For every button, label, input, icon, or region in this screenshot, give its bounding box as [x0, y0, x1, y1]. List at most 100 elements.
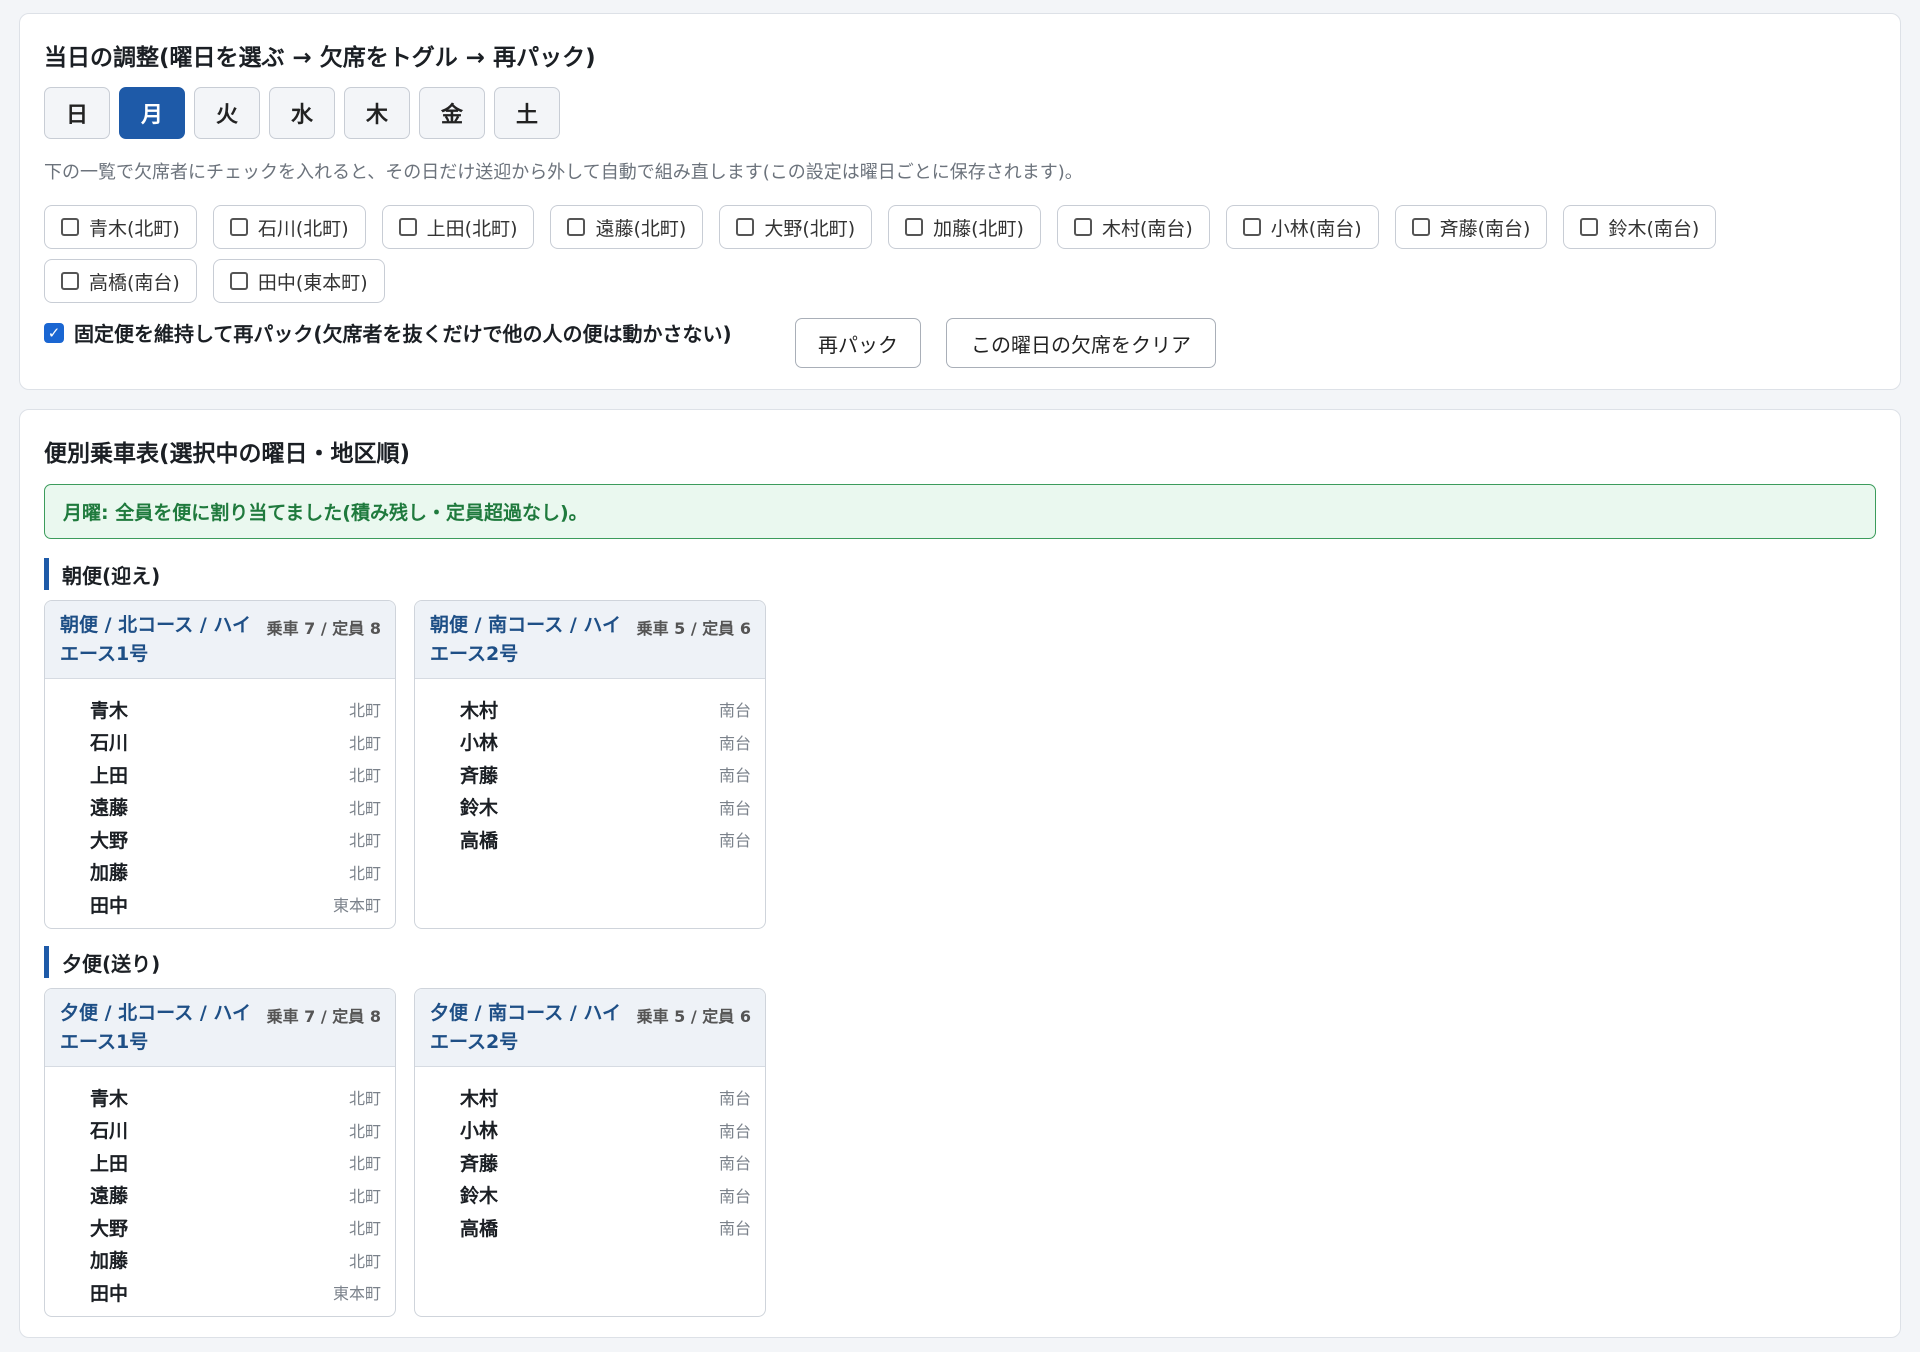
rider-name: 小林 [460, 732, 499, 755]
absentee-checkbox[interactable] [61, 218, 79, 236]
absentee-toggle[interactable]: 石川(北町) [212, 205, 366, 249]
absentee-checkbox[interactable] [398, 218, 417, 236]
ride-table-panel: 便別乗車表(選択中の曜日・地区順) 月曜: 全員を便に割り当てました(積み残し・… [19, 409, 1901, 1338]
absentee-toggle[interactable]: 加藤(北町) [888, 205, 1041, 249]
rider-area: 北町 [348, 733, 381, 753]
rider-row: 青木 北町 [90, 693, 381, 726]
absentee-checkbox[interactable] [1242, 218, 1261, 236]
absentee-toggle[interactable]: 小林(南台) [1225, 205, 1379, 249]
absentee-checkbox[interactable] [229, 218, 248, 236]
absentee-label: 遠藤(北町) [595, 217, 687, 240]
rider-name: 斉藤 [460, 764, 499, 787]
rider-name: 遠藤 [90, 1185, 129, 1208]
rider-area: 東本町 [332, 896, 381, 916]
rider-row: 鈴木 南台 [460, 791, 751, 824]
rider-area: 北町 [348, 863, 381, 883]
absentee-toggle[interactable]: 青木(北町) [44, 205, 197, 249]
absentee-toggle[interactable]: 大野(北町) [719, 205, 873, 249]
absentee-toggle[interactable]: 木村(南台) [1056, 205, 1210, 249]
repack-button[interactable]: 再パック [795, 318, 921, 368]
day-button-fri[interactable]: 金 [419, 87, 485, 139]
rider-area: 南台 [718, 1089, 751, 1109]
status-message: 月曜: 全員を便に割り当てました(積み残し・定員超過なし)。 [44, 484, 1876, 539]
absentee-checkbox[interactable] [1411, 218, 1430, 236]
run-count: 乗車 5 / 定員 6 [636, 1007, 751, 1026]
rider-area: 北町 [348, 701, 381, 721]
rider-name: 加藤 [90, 862, 129, 885]
rider-area: 北町 [348, 1219, 381, 1239]
rider-area: 北町 [348, 1154, 381, 1174]
absentee-checkbox[interactable] [61, 272, 79, 290]
absentee-checkbox[interactable] [736, 218, 755, 236]
day-button-wed[interactable]: 水 [269, 87, 335, 139]
absentee-toggle[interactable]: 斉藤(南台) [1394, 205, 1548, 249]
rider-row: 高橋 南台 [460, 1211, 751, 1244]
rider-name: 大野 [90, 829, 129, 852]
rider-name: 田中 [90, 894, 129, 917]
rider-area: 北町 [348, 766, 381, 786]
absentee-checkbox[interactable] [229, 272, 248, 290]
absentee-label: 田中(東本町) [257, 271, 368, 294]
run-title: 夕便 / 南コース / ハイエース2号 [430, 1002, 622, 1053]
run-count: 乗車 5 / 定員 6 [636, 619, 751, 638]
run-count: 乗車 7 / 定員 8 [266, 1007, 381, 1026]
rider-area: 南台 [718, 733, 751, 753]
absentee-toggle[interactable]: 上田(北町) [381, 205, 535, 249]
rider-row: 斉藤 南台 [460, 1146, 751, 1179]
keep-fixed-option[interactable]: ✓ 固定便を維持して再パック(欠席者を抜くだけで他の人の便は動かさない) [44, 318, 732, 347]
day-button-thu[interactable]: 木 [344, 87, 410, 139]
day-button-mon[interactable]: 月 [119, 87, 185, 139]
rider-area: 北町 [348, 798, 381, 818]
rider-list: 青木 北町 石川 北町 上田 北町 遠藤 北町 大野 北町 加藤 北町 田中 東本町 [90, 1081, 381, 1309]
run-title: 朝便 / 北コース / ハイエース1号 [60, 614, 252, 665]
absentee-toggle[interactable]: 高橋(南台) [44, 259, 197, 303]
rider-name: 青木 [90, 699, 129, 722]
rider-row: 遠藤 北町 [90, 1179, 381, 1212]
rider-name: 鈴木 [460, 1185, 499, 1208]
adjust-panel: 当日の調整(曜日を選ぶ → 欠席をトグル → 再パック) 日 月 火 水 木 金… [19, 13, 1901, 390]
rider-name: 石川 [90, 1120, 129, 1143]
rider-row: 斉藤 南台 [460, 758, 751, 791]
help-text: 下の一覧で欠席者にチェックを入れると、その日だけ送迎から外して自動で組み直します… [44, 162, 1083, 183]
absentee-checkbox[interactable] [905, 218, 924, 236]
ride-table-title: 便別乗車表(選択中の曜日・地区順) [44, 441, 411, 467]
rider-list: 木村 南台 小林 南台 斉藤 南台 鈴木 南台 高橋 南台 [460, 693, 751, 856]
rider-row: 田中 東本町 [90, 1276, 381, 1309]
rider-row: 田中 東本町 [90, 888, 381, 921]
absentee-label: 斉藤(南台) [1439, 217, 1531, 240]
rider-area: 北町 [348, 1251, 381, 1271]
rider-list: 木村 南台 小林 南台 斉藤 南台 鈴木 南台 高橋 南台 [460, 1081, 751, 1244]
absentee-toggle[interactable]: 田中(東本町) [212, 259, 385, 303]
absentee-toggle[interactable]: 遠藤(北町) [550, 205, 704, 249]
absentee-label: 高橋(南台) [89, 271, 180, 294]
absentee-label: 小林(南台) [1270, 217, 1362, 240]
absentee-checkbox[interactable] [567, 218, 586, 236]
rider-name: 斉藤 [460, 1152, 499, 1175]
rider-area: 北町 [348, 831, 381, 851]
rider-name: 加藤 [90, 1250, 129, 1273]
absentee-toggle[interactable]: 鈴木(南台) [1563, 205, 1717, 249]
absentee-checkbox[interactable] [1580, 218, 1599, 236]
rider-area: 南台 [718, 1154, 751, 1174]
rider-area: 北町 [348, 1186, 381, 1206]
rider-row: 石川 北町 [90, 726, 381, 759]
rider-area: 南台 [718, 1219, 751, 1239]
rider-area: 東本町 [332, 1284, 381, 1304]
absentee-label: 加藤(北町) [933, 217, 1024, 240]
morning-section-heading: 朝便(迎え) [44, 558, 160, 590]
rider-area: 北町 [348, 1121, 381, 1141]
evening-section-heading: 夕便(送り) [44, 946, 160, 978]
day-button-sun[interactable]: 日 [44, 87, 110, 139]
rider-name: 上田 [90, 1152, 129, 1175]
card-header: 朝便 / 南コース / ハイエース2号 乗車 5 / 定員 6 [415, 601, 765, 679]
rider-area: 北町 [348, 1089, 381, 1109]
rider-row: 加藤 北町 [90, 1244, 381, 1277]
absentee-checkbox[interactable] [1073, 218, 1092, 236]
rider-row: 鈴木 南台 [460, 1179, 751, 1212]
day-button-tue[interactable]: 火 [194, 87, 260, 139]
rider-name: 上田 [90, 764, 129, 787]
clear-absence-button[interactable]: この曜日の欠席をクリア [946, 318, 1216, 368]
run-card-morning-north: 朝便 / 北コース / ハイエース1号 乗車 7 / 定員 8 青木 北町 石川 北町… [44, 600, 396, 929]
keep-fixed-checkbox[interactable]: ✓ [44, 322, 64, 343]
day-button-sat[interactable]: 土 [494, 87, 560, 139]
